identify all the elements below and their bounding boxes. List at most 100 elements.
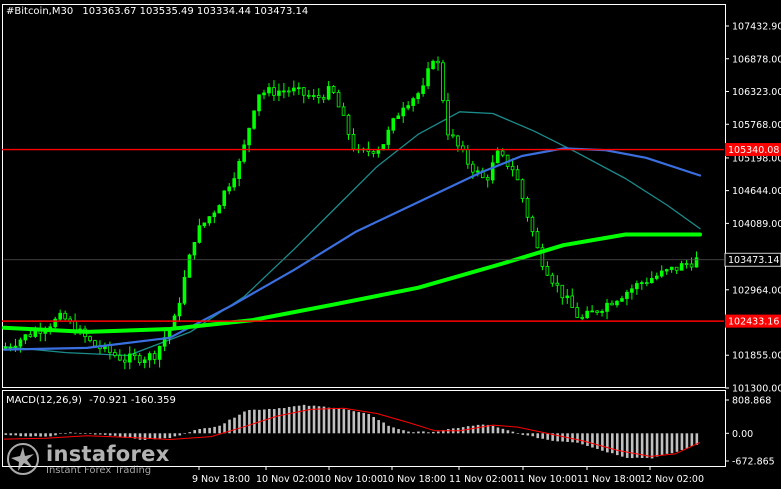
candle-body	[466, 149, 470, 165]
macd-histogram-bar	[243, 411, 246, 434]
candle	[301, 87, 306, 104]
candle-body	[679, 263, 684, 271]
macd-histogram-bar	[158, 433, 162, 439]
candle-body	[485, 177, 490, 181]
candle	[127, 346, 132, 370]
time-tick-label: 9 Nov 18:00	[192, 474, 250, 485]
macd-histogram-bar	[34, 433, 37, 437]
watermark-logo: instaforex Instant Forex Trading	[6, 442, 170, 476]
candle	[38, 322, 43, 342]
candle-body	[282, 90, 286, 93]
macd-histogram-bar	[501, 428, 505, 434]
candle	[152, 350, 157, 365]
trading-chart[interactable]: 107432.90106878.00106323.00105768.001051…	[0, 0, 781, 489]
macd-header: MACD(12,26,9) -70.921 -160.359	[6, 395, 176, 406]
candle	[411, 96, 415, 112]
candle	[540, 243, 545, 271]
candle-body	[515, 169, 520, 181]
candle	[436, 56, 440, 71]
candle	[247, 127, 251, 153]
macd-histogram-bar	[327, 407, 331, 434]
macd-histogram-bar	[173, 433, 177, 437]
candle	[674, 266, 679, 274]
candle	[267, 83, 271, 97]
candle-body	[177, 302, 182, 317]
price-tick-label: 107432.90	[732, 22, 781, 33]
macd-histogram-bar	[407, 431, 410, 434]
candle	[177, 297, 182, 322]
macd-histogram-bar	[571, 433, 574, 443]
candle	[426, 62, 430, 90]
candle-body	[8, 346, 13, 349]
candle-body	[123, 359, 127, 363]
macd-histogram-bar	[521, 433, 525, 435]
candle	[461, 140, 465, 153]
candle	[53, 316, 58, 329]
candle-body	[217, 205, 222, 214]
candle	[431, 59, 435, 70]
candle	[490, 155, 495, 184]
macd-histogram-bar	[397, 429, 400, 434]
candle	[669, 266, 674, 273]
candle	[162, 330, 167, 352]
macd-histogram-bar	[615, 433, 619, 456]
candle	[217, 204, 222, 214]
candle	[197, 218, 202, 244]
macd-histogram-bar	[665, 433, 669, 454]
candle	[262, 89, 266, 100]
candle	[386, 126, 391, 150]
candle	[142, 356, 147, 369]
symbol-label: #Bitcoin,M30	[6, 6, 73, 17]
macd-histogram-bar	[437, 431, 440, 434]
macd-histogram-bar	[576, 433, 579, 443]
candle	[192, 241, 197, 260]
candle-body	[13, 345, 18, 348]
candle	[416, 91, 420, 104]
level-price-label: 102433.16	[728, 317, 779, 328]
candle-body	[63, 312, 67, 320]
candle	[406, 101, 410, 111]
macd-histogram-bar	[54, 433, 57, 436]
macd-histogram-bar	[9, 433, 13, 436]
macd-histogram-bar	[208, 427, 211, 434]
candle	[451, 129, 455, 139]
candle	[326, 81, 331, 101]
candle-body	[331, 86, 336, 93]
macd-histogram-bar	[372, 417, 375, 434]
candle-body	[645, 282, 649, 285]
candle	[103, 342, 107, 353]
candle	[535, 227, 540, 249]
macd-histogram-bar	[108, 433, 112, 436]
candle	[595, 309, 599, 316]
macd-histogram-bar	[193, 430, 197, 434]
candle-body	[436, 60, 440, 64]
candle-body	[585, 310, 589, 319]
macd-histogram-bar	[183, 433, 187, 434]
macd-histogram-bar	[650, 433, 654, 459]
macd-histogram-bar	[586, 433, 589, 446]
candle	[118, 349, 122, 362]
candle	[530, 215, 535, 237]
instaforex-logo-icon	[7, 443, 39, 475]
macd-histogram-bar	[506, 430, 510, 434]
candle	[615, 300, 619, 308]
candle-body	[500, 150, 505, 156]
candle-body	[664, 269, 669, 272]
macd-histogram-bar	[680, 433, 684, 450]
candle	[654, 272, 659, 281]
macd-histogram-bar	[655, 433, 659, 457]
macd-histogram-bar	[357, 412, 361, 434]
candle-body	[510, 166, 515, 171]
current-price-label: 103473.14	[728, 255, 779, 266]
candle-body	[53, 318, 58, 328]
macd-histogram-bar	[427, 432, 430, 434]
candle-body	[421, 85, 425, 94]
brand-name: instaforex	[46, 441, 170, 466]
macd-histogram-bar	[272, 409, 276, 434]
macd-histogram-bar	[89, 433, 92, 434]
candle	[585, 306, 589, 319]
candle-body	[202, 222, 207, 227]
candle-body	[441, 62, 445, 101]
price-tick-label: 106878.00	[732, 54, 781, 65]
candle	[630, 284, 634, 300]
